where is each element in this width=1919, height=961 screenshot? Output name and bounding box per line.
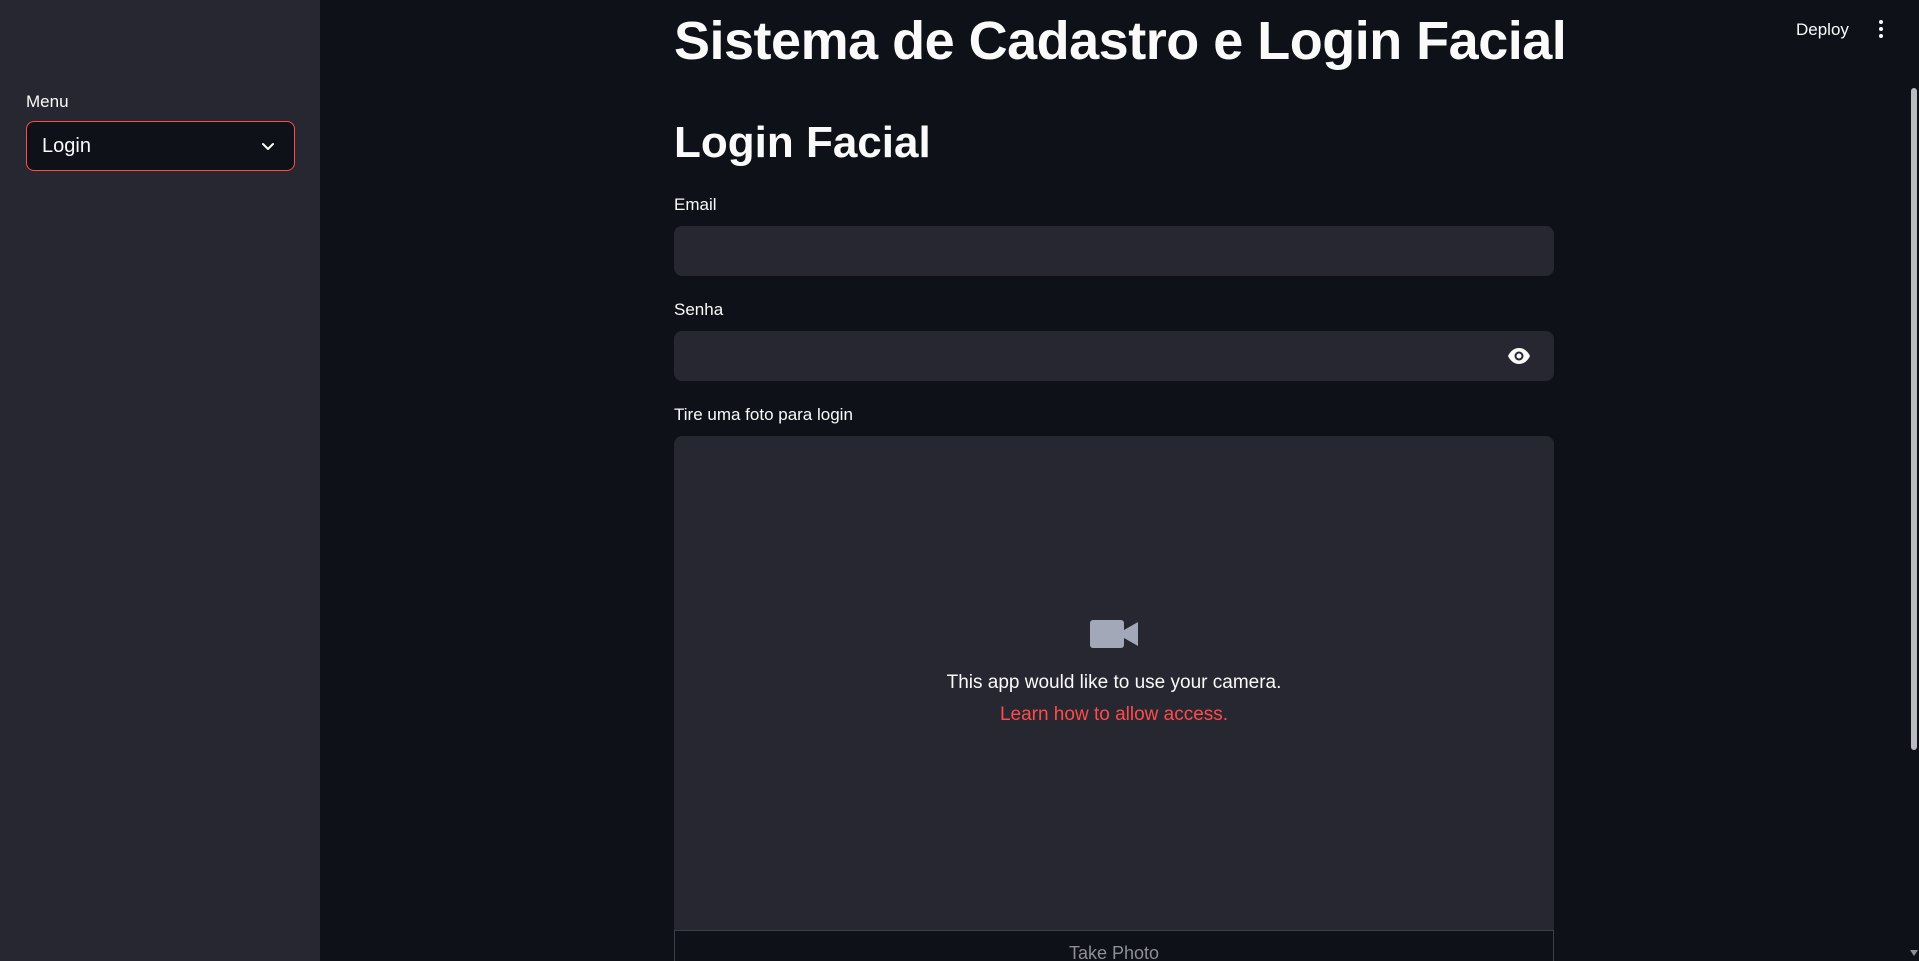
camera-permission-message: This app would like to use your camera. (946, 672, 1282, 693)
camera-label: Tire uma foto para login (674, 405, 853, 424)
scroll-down-arrow-icon[interactable] (1910, 950, 1918, 956)
menu-select[interactable]: Login (26, 121, 295, 171)
camera-input[interactable]: This app would like to use your camera. … (674, 436, 1554, 961)
video-camera-icon (1090, 620, 1138, 648)
deploy-button[interactable]: Deploy (1790, 16, 1855, 44)
section-title: Login Facial (674, 118, 931, 167)
take-photo-button[interactable]: Take Photo (674, 930, 1554, 961)
email-input[interactable] (674, 226, 1554, 276)
chevron-down-icon (260, 138, 276, 154)
eye-icon[interactable] (1494, 331, 1544, 381)
menu-label: Menu (26, 92, 69, 111)
page-title: Sistema de Cadastro e Login Facial (674, 11, 1567, 71)
sidebar: Menu Login (0, 0, 320, 961)
allow-access-link[interactable]: Learn how to allow access. (674, 704, 1554, 726)
scrollbar-thumb[interactable] (1911, 88, 1917, 750)
more-vertical-icon[interactable] (1870, 14, 1892, 44)
menu-select-value: Login (42, 134, 91, 157)
email-label: Email (674, 195, 717, 214)
password-label: Senha (674, 300, 724, 319)
password-input[interactable] (674, 331, 1554, 381)
app-root: Menu Login Deploy Sistema de Cadastro e … (0, 0, 1919, 961)
